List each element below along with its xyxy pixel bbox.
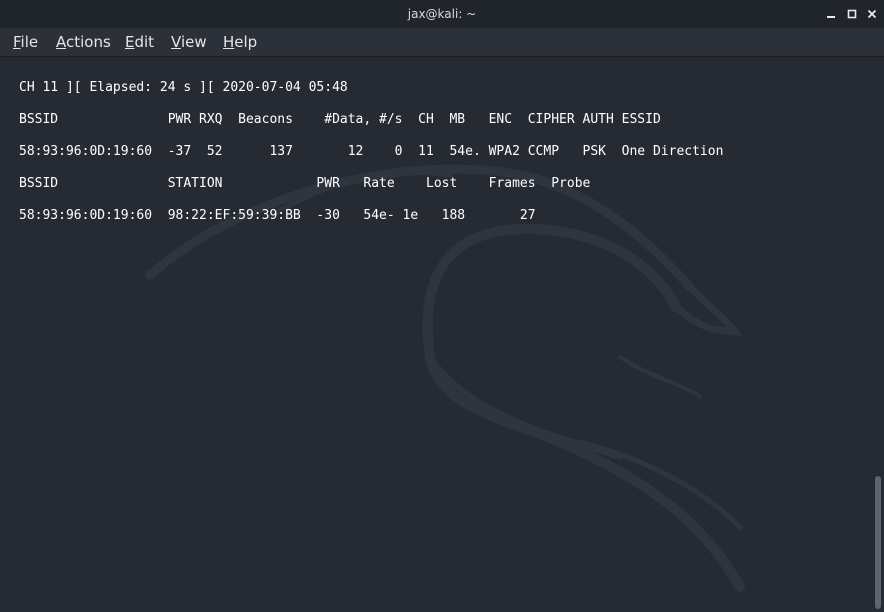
menu-help-mnemonic: H <box>223 33 235 51</box>
maximize-icon <box>847 9 857 19</box>
menu-actions[interactable]: Actions <box>56 33 111 51</box>
menu-view-label: iew <box>180 33 207 51</box>
menu-actions-label: ctions <box>66 33 111 51</box>
station-table-row: 58:93:96:0D:19:60 98:22:EF:59:39:BB -30 … <box>19 208 536 223</box>
terminal-output[interactable]: CH 11 ][ Elapsed: 24 s ][ 2020-07-04 05:… <box>0 57 872 612</box>
menu-edit[interactable]: Edit <box>125 33 154 51</box>
close-icon <box>867 9 877 19</box>
menu-actions-mnemonic: A <box>56 33 66 51</box>
close-button[interactable] <box>864 6 880 22</box>
terminal-window: jax@kali: ~ File Actions Edit View Help <box>0 0 884 612</box>
menu-edit-label: dit <box>134 33 155 51</box>
menu-file-mnemonic: F <box>13 33 21 51</box>
menu-help-label: elp <box>234 33 258 51</box>
scrollbar-thumb[interactable] <box>875 476 881 609</box>
station-table-header: BSSID STATION PWR Rate Lost Frames Probe <box>19 176 591 191</box>
scrollbar[interactable] <box>872 57 884 612</box>
ap-table-header: BSSID PWR RXQ Beacons #Data, #/s CH MB E… <box>19 112 661 127</box>
menu-view-mnemonic: V <box>171 33 181 51</box>
title-bar[interactable]: jax@kali: ~ <box>0 0 884 28</box>
kali-dragon-logo <box>145 164 745 592</box>
menu-bar: File Actions Edit View Help <box>0 28 884 57</box>
maximize-button[interactable] <box>844 6 860 22</box>
menu-file-label: ile <box>20 33 39 51</box>
minimize-icon <box>827 16 835 18</box>
menu-view[interactable]: View <box>171 33 207 51</box>
minimize-button[interactable] <box>823 6 839 22</box>
window-title: jax@kali: ~ <box>407 7 477 21</box>
menu-file[interactable]: File <box>13 33 38 51</box>
menu-help[interactable]: Help <box>223 33 257 51</box>
ap-table-row: 58:93:96:0D:19:60 -37 52 137 12 0 11 54e… <box>19 144 724 159</box>
status-line: CH 11 ][ Elapsed: 24 s ][ 2020-07-04 05:… <box>19 80 348 95</box>
